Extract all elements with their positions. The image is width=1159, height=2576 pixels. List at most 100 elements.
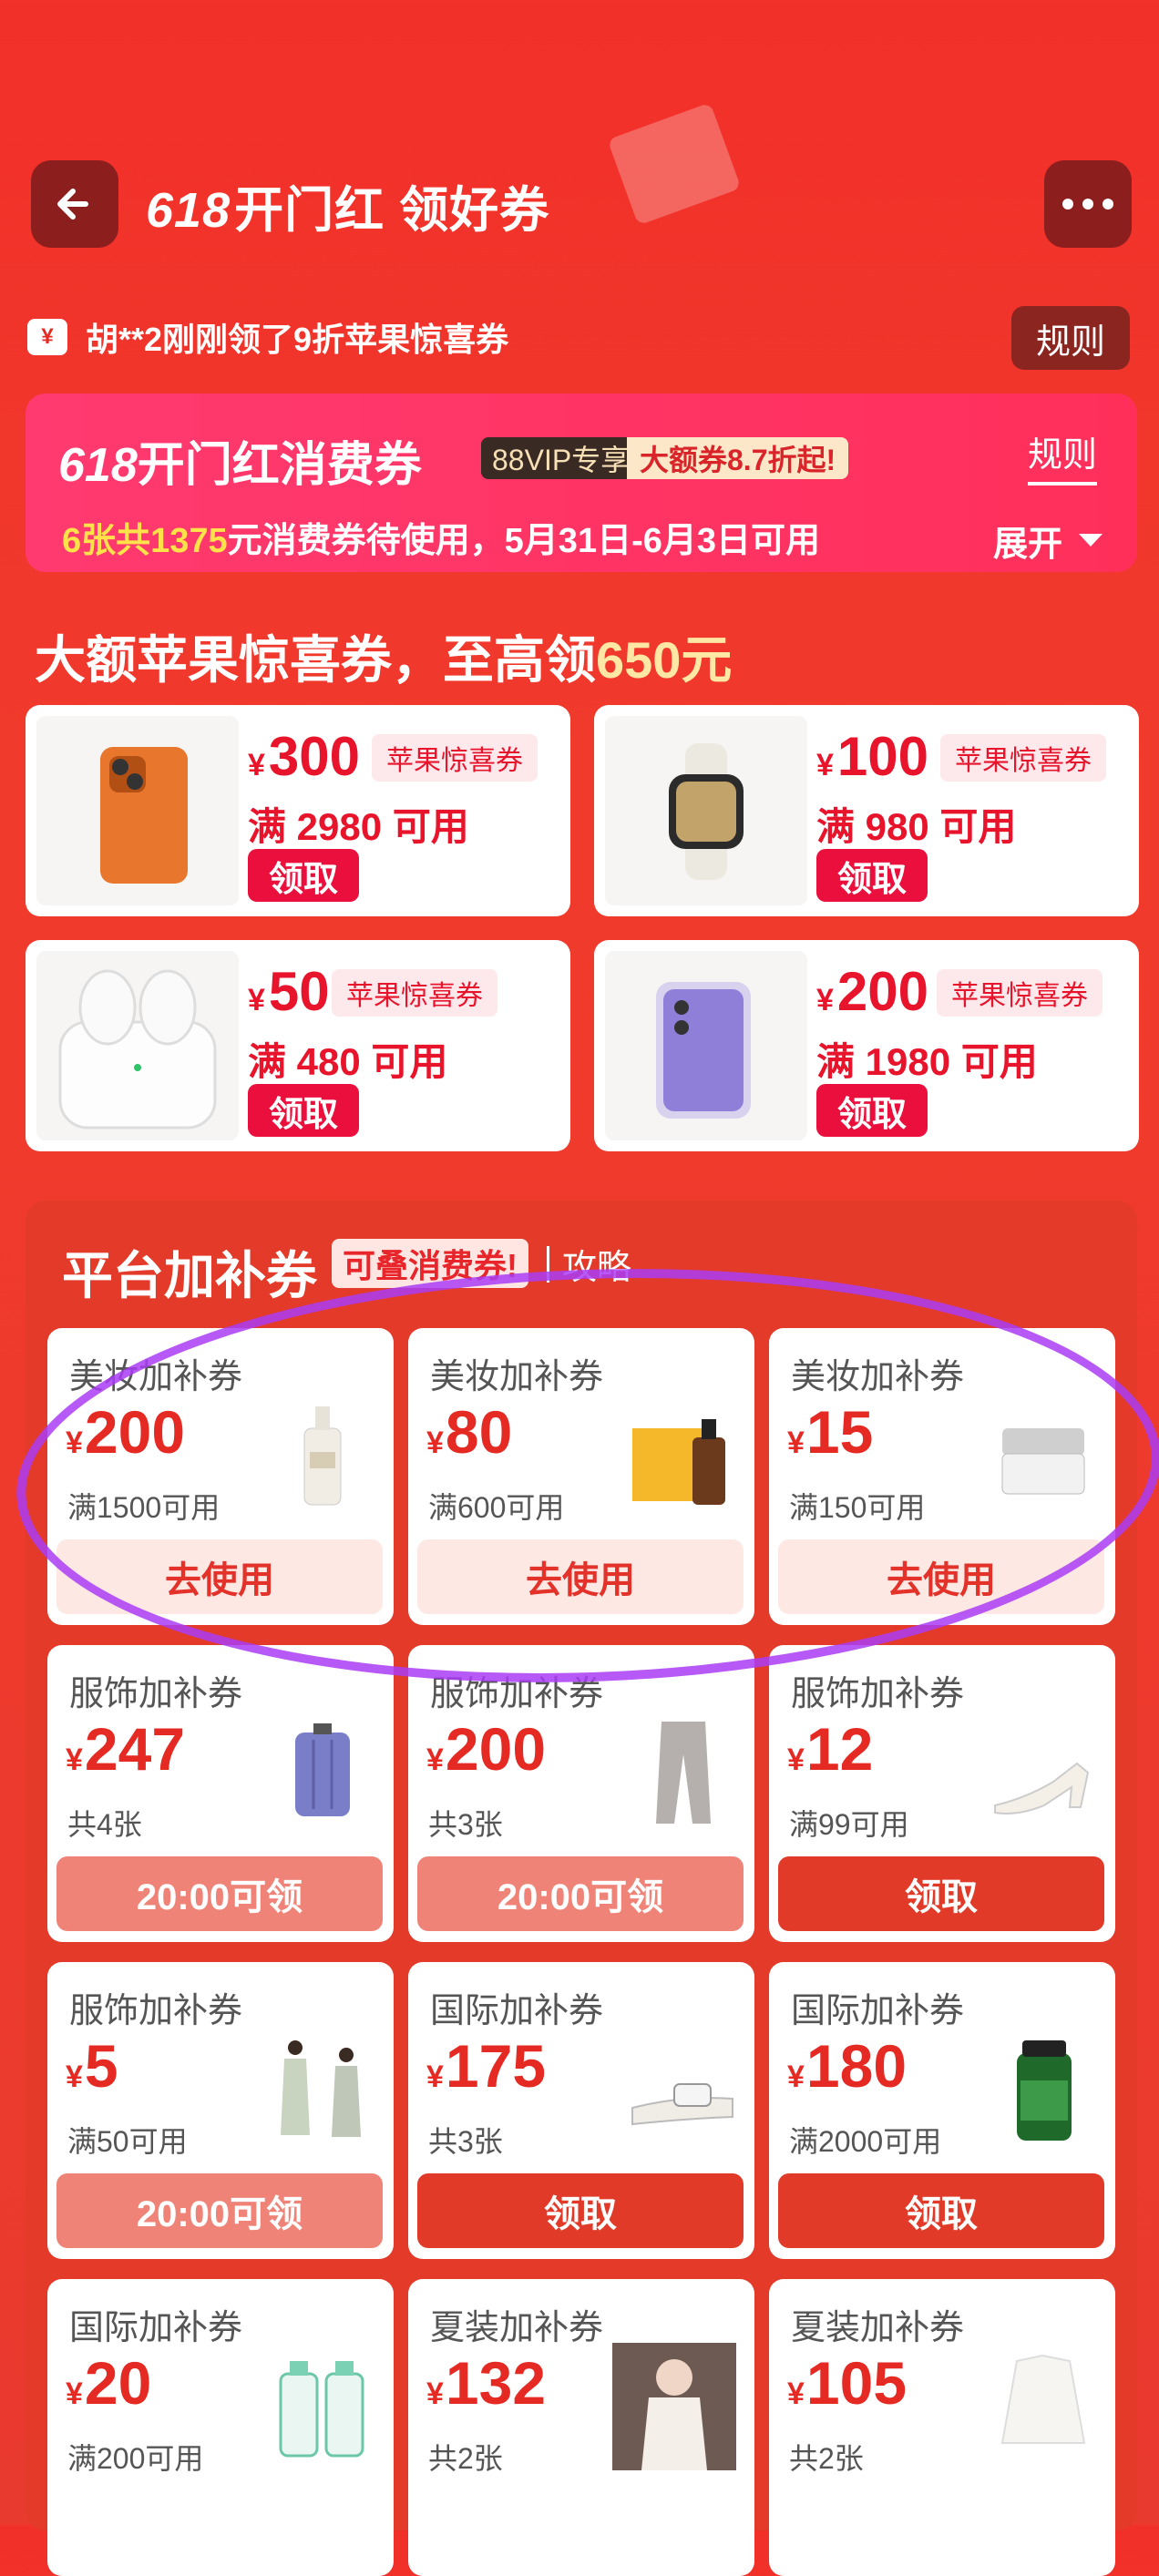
coupon-tag: 苹果惊喜券 — [940, 734, 1106, 782]
coupon-category: 国际加补券 — [69, 2309, 243, 2347]
product-image-perfume — [629, 1401, 736, 1508]
claim-at-time-button[interactable]: 20:00可领 — [56, 1856, 383, 1931]
claim-button[interactable]: 领取 — [778, 1856, 1104, 1931]
claim-button[interactable]: 领取 — [248, 1084, 359, 1137]
apple-coupon-card[interactable]: ¥100 苹果惊喜券 满 980 可用 领取 — [594, 705, 1139, 916]
coupon-condition: 满 1980 可用 — [816, 1040, 1038, 1083]
guide-link[interactable]: 攻略 — [547, 1239, 631, 1289]
claim-button[interactable]: 领取 — [778, 2173, 1104, 2248]
platform-coupon-card[interactable]: 服饰加补券 ¥5 满50可用 20:00可领 — [47, 1962, 394, 2259]
apple-coupon-card[interactable]: ¥50 苹果惊喜券 满 480 可用 领取 — [26, 940, 570, 1151]
coupon-condition: 共3张 — [428, 2125, 503, 2158]
claim-button[interactable]: 领取 — [248, 849, 359, 902]
product-image-dresses — [268, 2035, 375, 2142]
platform-coupon-card[interactable]: 国际加补券 ¥20 满200可用 — [47, 2279, 394, 2576]
coupon-amount: ¥100 — [816, 726, 929, 787]
expand-button[interactable]: 展开 — [993, 516, 1104, 566]
platform-coupon-panel: 平台加补券 可叠消费券! 攻略 美妆加补券 ¥200 满1500可用 去使用 美… — [26, 1201, 1137, 2576]
use-button[interactable]: 去使用 — [56, 1539, 383, 1614]
header-decoration-icon — [592, 100, 756, 237]
product-image-sandal — [990, 1718, 1097, 1825]
product-image-watch — [605, 716, 807, 905]
product-image-earbuds — [36, 951, 239, 1140]
coupon-tag: 苹果惊喜券 — [937, 969, 1103, 1017]
platform-coupon-card[interactable]: 服饰加补券 ¥200 共3张 20:00可领 — [408, 1645, 754, 1942]
platform-coupon-card[interactable]: 国际加补券 ¥175 共3张 领取 — [408, 1962, 754, 2259]
coupon-amount: ¥247 — [66, 1715, 186, 1783]
coupon-condition: 满 980 可用 — [816, 805, 1017, 848]
coupon-amount: ¥180 — [787, 2032, 908, 2100]
use-button[interactable]: 去使用 — [778, 1539, 1104, 1614]
coupon-condition: 满200可用 — [67, 2442, 204, 2475]
product-image-suitcase — [268, 1718, 375, 1825]
product-image-phone — [36, 716, 239, 905]
platform-coupon-card[interactable]: 夏装加补券 ¥132 共2张 — [408, 2279, 754, 2576]
back-button[interactable] — [31, 160, 118, 248]
use-button[interactable]: 去使用 — [417, 1539, 744, 1614]
product-image-supplement-bottle — [990, 2035, 1097, 2142]
coupon-category: 美妆加补券 — [69, 1358, 243, 1396]
apple-coupon-card[interactable]: ¥300 苹果惊喜券 满 2980 可用 领取 — [26, 705, 570, 916]
coupon-condition: 共4张 — [67, 1808, 142, 1841]
stackable-tag: 可叠消费券! — [332, 1239, 528, 1288]
discount-tag: 大额券8.7折起! — [627, 437, 849, 479]
claim-at-time-button[interactable]: 20:00可领 — [417, 1856, 744, 1931]
coupon-condition: 共2张 — [789, 2442, 864, 2475]
claim-button[interactable]: 领取 — [816, 849, 928, 902]
claim-button[interactable]: 领取 — [417, 2173, 744, 2248]
apple-coupon-card[interactable]: ¥200 苹果惊喜券 满 1980 可用 领取 — [594, 940, 1139, 1151]
more-button[interactable] — [1044, 160, 1132, 248]
coupon-category: 服饰加补券 — [430, 1675, 604, 1713]
coupon-category: 国际加补券 — [430, 1992, 604, 2030]
platform-coupon-card[interactable]: 美妆加补券 ¥200 满1500可用 去使用 — [47, 1328, 394, 1625]
coupon-tag: 苹果惊喜券 — [372, 734, 538, 782]
product-image-bottle — [268, 1401, 375, 1508]
rules-button[interactable]: 规则 — [1011, 306, 1130, 370]
coupon-category: 服饰加补券 — [69, 1992, 243, 2030]
platform-coupon-card[interactable]: 美妆加补券 ¥15 满150可用 去使用 — [769, 1328, 1115, 1625]
vip-tag: 88VIP专享 — [481, 437, 641, 479]
coupon-amount: ¥200 — [66, 1398, 186, 1466]
product-image-slide-sandal — [629, 2035, 736, 2142]
product-image-micellar-water — [268, 2352, 375, 2459]
coupon-condition: 满1500可用 — [67, 1491, 221, 1524]
coupon-condition: 满 2980 可用 — [248, 805, 469, 848]
coupon-amount: ¥132 — [426, 2349, 547, 2417]
platform-coupon-card[interactable]: 服饰加补券 ¥247 共4张 20:00可领 — [47, 1645, 394, 1942]
coupon-condition: 满 480 可用 — [248, 1040, 448, 1083]
coupon-amount: ¥200 — [426, 1715, 547, 1783]
coupon-icon: ¥ — [27, 319, 67, 355]
coupon-amount: ¥5 — [66, 2032, 118, 2100]
coupon-category: 夏装加补券 — [430, 2309, 604, 2347]
banner-rules-link[interactable]: 规则 — [1028, 426, 1098, 486]
consumer-coupon-banner[interactable]: 618开门红消费券 88VIP专享 大额券8.7折起! 规则 6张共1375元消… — [26, 394, 1137, 572]
coupon-tag: 苹果惊喜券 — [332, 969, 497, 1017]
product-image-model-photo — [612, 2343, 736, 2470]
banner-subtitle: 6张共1375元消费券待使用，5月31日-6月3日可用 — [62, 522, 820, 560]
coupon-condition: 共3张 — [428, 1808, 503, 1841]
coupon-amount: ¥15 — [787, 1398, 874, 1466]
coupon-amount: ¥12 — [787, 1715, 874, 1783]
coupon-condition: 共2张 — [428, 2442, 503, 2475]
coupon-condition: 满150可用 — [789, 1491, 926, 1524]
platform-coupon-card[interactable]: 国际加补券 ¥180 满2000可用 领取 — [769, 1962, 1115, 2259]
page-title: 618开门红 领好券 — [146, 183, 550, 238]
product-image-white-top — [990, 2352, 1097, 2459]
coupon-condition: 满2000可用 — [789, 2125, 942, 2158]
claim-button[interactable]: 领取 — [816, 1084, 928, 1137]
coupon-amount: ¥80 — [426, 1398, 513, 1466]
claim-at-time-button[interactable]: 20:00可领 — [56, 2173, 383, 2248]
platform-coupon-card[interactable]: 服饰加补券 ¥12 满99可用 领取 — [769, 1645, 1115, 1942]
product-image-pants — [629, 1718, 736, 1825]
coupon-amount: ¥200 — [816, 961, 929, 1022]
coupon-condition: 满50可用 — [67, 2125, 188, 2158]
chevron-down-icon — [1079, 533, 1103, 547]
coupon-condition: 满600可用 — [428, 1491, 565, 1524]
back-arrow-icon — [57, 189, 88, 220]
coupon-category: 服饰加补券 — [69, 1675, 243, 1713]
platform-coupon-card[interactable]: 美妆加补券 ¥80 满600可用 去使用 — [408, 1328, 754, 1625]
platform-title: 平台加补券 — [62, 1247, 317, 1304]
coupon-condition: 满99可用 — [789, 1808, 909, 1841]
claim-ticker: ¥ 胡**2刚刚领了9折苹果惊喜券 — [27, 313, 508, 361]
platform-coupon-card[interactable]: 夏装加补券 ¥105 共2张 — [769, 2279, 1115, 2576]
